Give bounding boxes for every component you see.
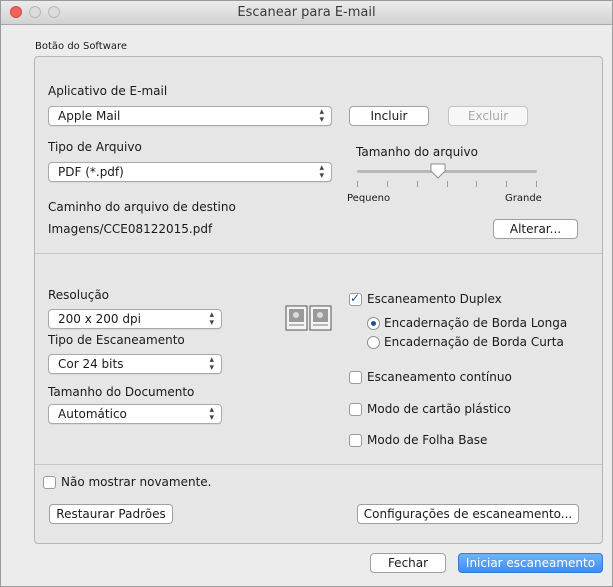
file-size-label: Tamanho do arquivo xyxy=(356,145,478,159)
destination-path: Imagens/CCE08122015.pdf xyxy=(48,222,213,236)
document-size-value: Automático xyxy=(58,407,127,421)
email-app-value: Apple Mail xyxy=(58,109,121,123)
title-bar: Escanear para E-mail xyxy=(1,1,612,25)
plastic-card-checkbox[interactable] xyxy=(349,403,362,416)
slider-tick xyxy=(417,181,418,187)
exclude-button[interactable]: Excluir xyxy=(448,106,528,126)
file-type-select[interactable]: PDF (*.pdf) ▴ ▾ xyxy=(48,162,332,182)
include-button[interactable]: Incluir xyxy=(349,106,429,126)
continuous-scan-label: Escaneamento contínuo xyxy=(367,370,512,384)
short-edge-label: Encadernação de Borda Curta xyxy=(384,335,564,349)
scan-type-select[interactable]: Cor 24 bits ▴ ▾ xyxy=(48,354,222,374)
scan-to-email-window: Escanear para E-mail Botão do Software A… xyxy=(0,0,613,587)
file-size-max-label: Grande xyxy=(505,193,542,204)
slider-tick xyxy=(506,181,507,187)
resolution-select[interactable]: 200 x 200 dpi ▴ ▾ xyxy=(48,309,222,329)
window-title: Escanear para E-mail xyxy=(237,5,376,20)
popup-arrows-icon: ▴ ▾ xyxy=(319,107,324,125)
document-size-label: Tamanho do Documento xyxy=(48,385,195,399)
file-type-label: Tipo de Arquivo xyxy=(48,140,142,154)
settings-panel: Aplicativo de E-mail Apple Mail ▴ ▾ Inclu… xyxy=(34,56,603,544)
section-divider xyxy=(35,253,602,254)
duplex-pages-icon xyxy=(285,305,332,331)
start-scan-button[interactable]: Iniciar escaneamento xyxy=(458,553,603,573)
carrier-sheet-label: Modo de Folha Base xyxy=(367,433,488,447)
long-edge-label: Encadernação de Borda Longa xyxy=(384,316,568,330)
plastic-card-label: Modo de cartão plástico xyxy=(367,402,511,416)
file-size-min-label: Pequeno xyxy=(347,193,391,204)
continuous-scan-checkbox[interactable] xyxy=(349,371,362,384)
change-destination-button[interactable]: Alterar... xyxy=(493,219,578,239)
duplex-label: Escaneamento Duplex xyxy=(367,292,502,306)
close-button[interactable]: Fechar xyxy=(370,553,446,573)
scan-settings-button[interactable]: Configurações de escaneamento... xyxy=(357,504,579,524)
duplex-checkbox[interactable] xyxy=(349,291,362,306)
dont-show-again-label: Não mostrar novamente. xyxy=(61,475,212,489)
restore-defaults-button[interactable]: Restaurar Padrões xyxy=(49,504,173,524)
popup-arrows-icon: ▴ ▾ xyxy=(209,310,214,328)
file-size-slider-thumb[interactable] xyxy=(430,163,446,179)
section-divider xyxy=(35,464,602,465)
popup-arrows-icon: ▴ ▾ xyxy=(209,405,214,423)
email-app-select[interactable]: Apple Mail ▴ ▾ xyxy=(48,106,332,126)
document-size-select[interactable]: Automático ▴ ▾ xyxy=(48,404,222,424)
scan-type-value: Cor 24 bits xyxy=(58,357,124,371)
file-size-slider-ticks xyxy=(357,181,537,187)
scan-type-label: Tipo de Escaneamento xyxy=(48,333,185,347)
email-app-label: Aplicativo de E-mail xyxy=(48,84,168,98)
destination-label: Caminho do arquivo de destino xyxy=(48,200,236,214)
section-label: Botão do Software xyxy=(35,41,128,52)
short-edge-radio[interactable] xyxy=(367,336,380,349)
slider-tick xyxy=(357,181,358,187)
popup-arrows-icon: ▴ ▾ xyxy=(319,163,324,181)
file-type-value: PDF (*.pdf) xyxy=(58,165,124,179)
slider-tick xyxy=(536,181,537,187)
file-size-slider-track[interactable] xyxy=(357,170,537,173)
slider-tick xyxy=(387,181,388,187)
dont-show-again-checkbox[interactable] xyxy=(43,476,56,489)
long-edge-radio[interactable] xyxy=(367,317,380,330)
resolution-label: Resolução xyxy=(48,288,110,302)
resolution-value: 200 x 200 dpi xyxy=(58,312,141,326)
slider-tick xyxy=(476,181,477,187)
carrier-sheet-checkbox[interactable] xyxy=(349,434,362,447)
slider-tick xyxy=(447,181,448,187)
popup-arrows-icon: ▴ ▾ xyxy=(209,355,214,373)
